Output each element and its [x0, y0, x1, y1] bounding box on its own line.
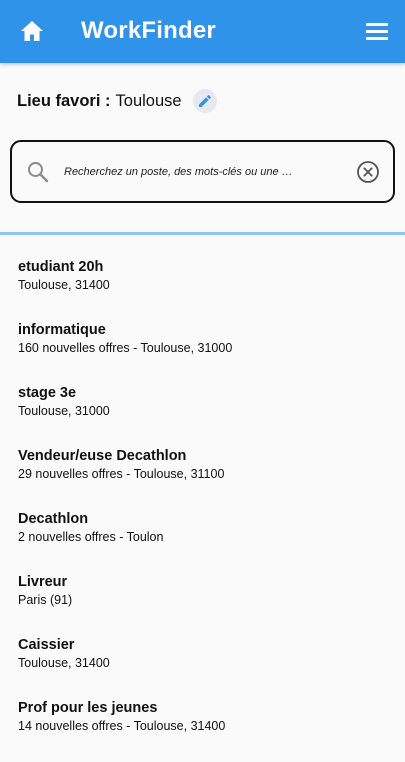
list-item[interactable]: informatique 160 nouvelles offres - Toul…	[18, 321, 398, 384]
list-item-title: Decathlon	[18, 511, 89, 527]
list-item-title: Prof pour les jeunes	[18, 700, 158, 716]
hamburger-menu-icon	[366, 23, 388, 40]
edit-favorite-button[interactable]	[192, 89, 217, 113]
list-item-subtitle: Toulouse, 31000	[18, 404, 110, 418]
search-box	[10, 140, 395, 203]
recent-searches-list: etudiant 20h Toulouse, 31400 informatiqu…	[18, 258, 398, 762]
list-item-title: stage 3e	[18, 385, 77, 401]
home-button[interactable]	[18, 19, 46, 43]
list-item[interactable]: Caissier Toulouse, 31400	[18, 636, 398, 699]
clear-circle-icon[interactable]	[356, 160, 380, 184]
list-item-subtitle: Toulouse, 31400	[18, 656, 110, 670]
home-icon	[21, 21, 43, 41]
list-item[interactable]: etudiant 20h Toulouse, 31400	[18, 258, 398, 321]
list-item-title: Livreur	[18, 574, 68, 590]
list-item[interactable]: Vendeur/euse Decathlon 29 nouvelles offr…	[18, 447, 398, 510]
list-item-subtitle: 2 nouvelles offres - Toulon	[18, 530, 164, 544]
list-item-title: Caissier	[18, 637, 75, 653]
list-item-subtitle: 29 nouvelles offres - Toulouse, 31100	[18, 467, 225, 481]
search-input[interactable]	[64, 160, 296, 184]
list-item-title: Vendeur/euse Decathlon	[18, 448, 187, 464]
pencil-icon	[198, 95, 211, 107]
list-item[interactable]: Livreur Paris (91)	[18, 573, 398, 636]
menu-button[interactable]	[364, 21, 392, 43]
list-item-subtitle: Paris (91)	[18, 593, 73, 607]
search-icon	[28, 162, 49, 183]
list-item-title: etudiant 20h	[18, 259, 104, 275]
list-item-subtitle: Toulouse, 31400	[18, 278, 110, 292]
favorite-location-label: Lieu favori :	[17, 91, 111, 110]
favorite-location-value: Toulouse	[115, 91, 182, 110]
list-item[interactable]: Prof pour les jeunes 14 nouvelles offres…	[18, 699, 398, 762]
list-item[interactable]: Decathlon 2 nouvelles offres - Toulon	[18, 510, 398, 573]
app-title: WorkFinder	[81, 17, 216, 44]
list-item-title: informatique	[18, 322, 106, 338]
list-item-subtitle: 14 nouvelles offres - Toulouse, 31400	[18, 719, 226, 733]
list-item-subtitle: 160 nouvelles offres - Toulouse, 31000	[18, 341, 233, 355]
list-item[interactable]: stage 3e Toulouse, 31000	[18, 384, 398, 447]
app-bar: WorkFinder	[0, 0, 405, 63]
favorite-location: Lieu favori : Toulouse	[17, 88, 217, 114]
section-divider	[0, 232, 405, 235]
